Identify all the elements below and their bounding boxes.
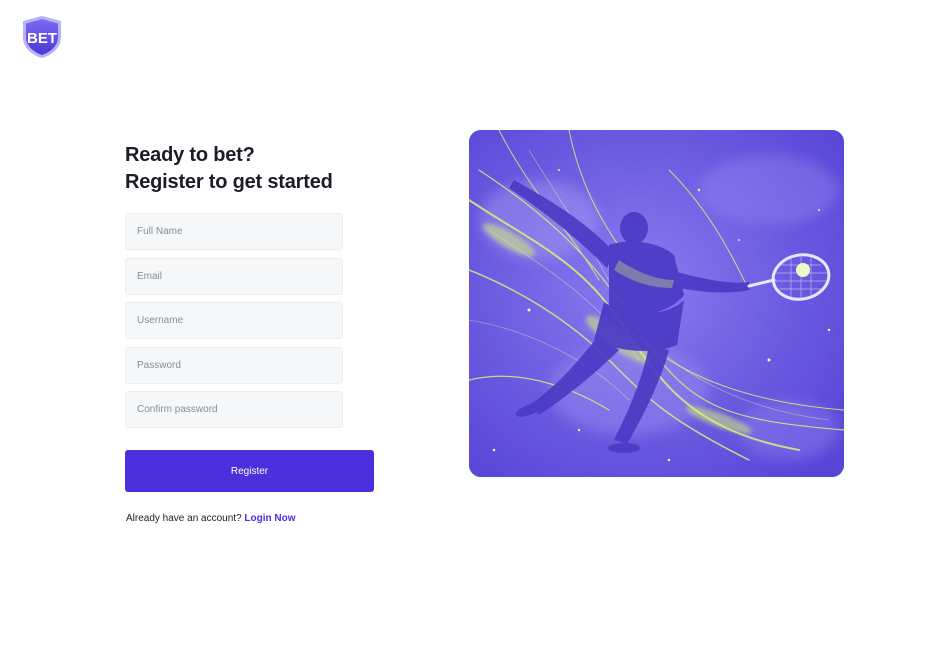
login-now-link[interactable]: Login Now (244, 513, 295, 524)
full-name-input[interactable] (125, 213, 343, 250)
register-form: Register (125, 213, 375, 492)
confirm-password-input[interactable] (125, 391, 343, 428)
password-input[interactable] (125, 346, 343, 384)
hero-image (469, 130, 844, 477)
page-title-line-1: Ready to bet? (125, 144, 255, 166)
email-input[interactable] (125, 257, 343, 295)
register-page: BET Ready to bet? Register to get starte… (0, 0, 940, 666)
page-title-line-2: Register to get started (125, 171, 333, 193)
logo-text: BET (27, 30, 57, 47)
username-input[interactable] (125, 302, 343, 339)
login-prompt-text: Already have an account? (126, 513, 242, 524)
register-button[interactable]: Register (125, 450, 374, 492)
login-prompt: Already have an account? Login Now (126, 513, 296, 524)
tennis-player-illustration-icon (469, 130, 844, 477)
shield-logo-icon: BET (23, 16, 61, 58)
page-title: Ready to bet? Register to get started (125, 142, 333, 196)
bet-logo[interactable]: BET (21, 15, 63, 59)
